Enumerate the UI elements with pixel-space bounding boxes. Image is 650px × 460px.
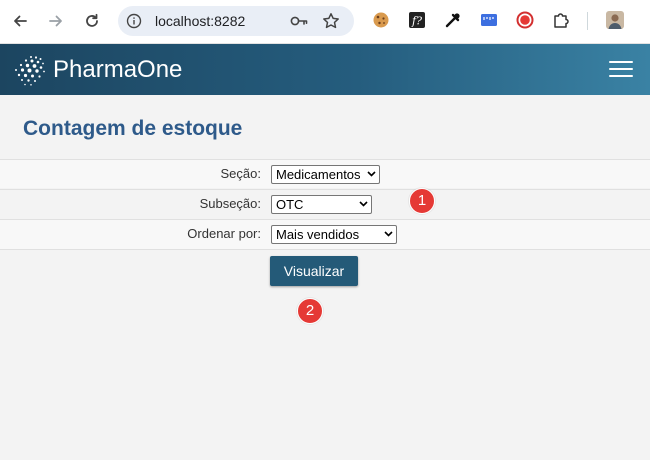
pharmaone-logo-icon <box>15 56 45 86</box>
cookie-extension-icon[interactable] <box>371 10 391 30</box>
subsecao-label: Subseção: <box>199 196 261 211</box>
browser-toolbar: localhost:8282 f? <box>0 0 650 44</box>
app-header: PharmaOne <box>0 44 650 95</box>
form-row-secao: Seção: Medicamentos <box>0 159 650 188</box>
hamburger-menu-icon[interactable] <box>609 61 633 79</box>
record-extension-icon[interactable] <box>515 10 535 30</box>
profile-avatar[interactable] <box>605 10 625 30</box>
address-url[interactable]: localhost:8282 <box>155 13 245 29</box>
puzzle-extensions-icon[interactable] <box>551 10 571 30</box>
ordenar-select[interactable]: Mais vendidos <box>271 225 397 244</box>
subsecao-select[interactable]: OTC <box>271 195 372 214</box>
bookmark-star-icon[interactable] <box>322 12 340 30</box>
eyedropper-extension-icon[interactable] <box>443 10 463 30</box>
ordenar-select-value: Mais vendidos <box>276 227 360 242</box>
chevron-down-icon <box>359 201 368 207</box>
font-extension-icon[interactable]: f? <box>407 10 427 30</box>
brand-name: PharmaOne <box>53 56 183 83</box>
page-title: Contagem de estoque <box>23 117 243 140</box>
secao-select-value: Medicamentos <box>276 167 361 182</box>
reload-icon[interactable] <box>82 11 102 31</box>
subsecao-select-value: OTC <box>276 197 304 212</box>
site-info-icon[interactable] <box>126 13 142 29</box>
ordenar-label: Ordenar por: <box>187 226 261 241</box>
svg-text:f?: f? <box>411 15 422 28</box>
forward-icon[interactable] <box>46 11 66 31</box>
secao-select[interactable]: Medicamentos <box>271 165 380 184</box>
toolbar-separator <box>587 12 588 30</box>
password-key-icon[interactable] <box>290 13 308 29</box>
visualizar-button[interactable]: Visualizar <box>270 256 358 286</box>
secao-label: Seção: <box>220 166 261 181</box>
form-row-ordenar: Ordenar por: Mais vendidos <box>0 219 650 250</box>
ruler-extension-icon[interactable] <box>479 10 499 30</box>
callout-badge-2: 2 <box>297 298 323 324</box>
address-bar[interactable]: localhost:8282 <box>118 6 354 36</box>
chevron-down-icon <box>384 231 393 237</box>
form-row-subsecao: Subseção: OTC <box>0 189 650 218</box>
chevron-down-icon <box>367 171 376 177</box>
callout-badge-1: 1 <box>409 188 435 214</box>
back-icon[interactable] <box>10 11 30 31</box>
